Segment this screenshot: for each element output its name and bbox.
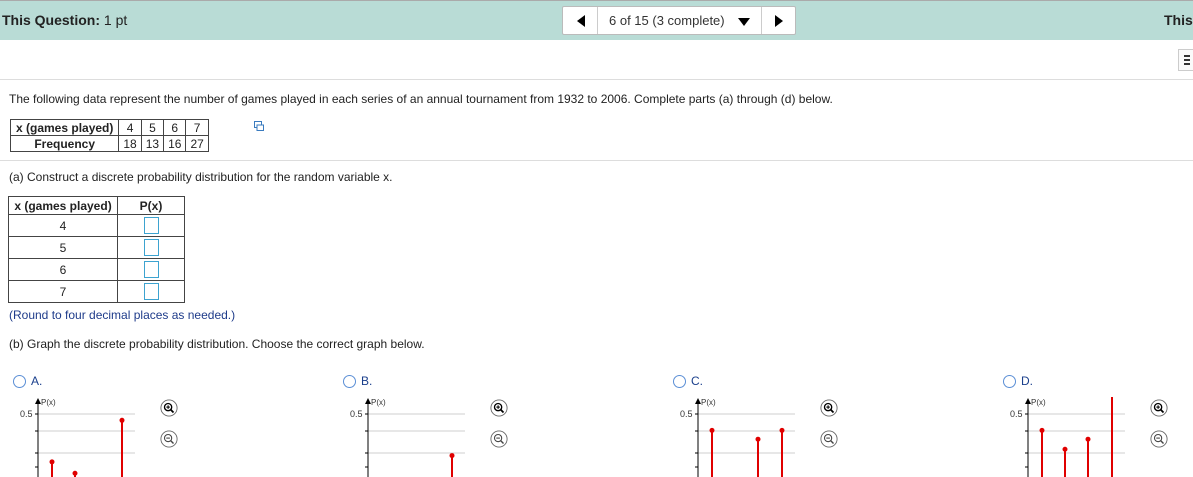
option-label[interactable]: D. xyxy=(1021,374,1033,388)
right-header-label: This xyxy=(1164,12,1193,28)
nav-divider xyxy=(761,7,762,34)
divider xyxy=(0,160,1193,161)
zoom-in-icon[interactable] xyxy=(490,399,508,417)
rounding-note: (Round to four decimal places as needed.… xyxy=(9,308,236,322)
zoom-in-icon[interactable] xyxy=(160,399,178,417)
question-intro: The following data represent the number … xyxy=(9,92,833,106)
question-list-dropdown-icon[interactable] xyxy=(738,18,750,26)
frequency-value: 18 xyxy=(118,135,142,152)
option-label[interactable]: A. xyxy=(31,374,42,388)
probability-point xyxy=(72,470,78,476)
probability-point xyxy=(755,436,761,442)
x-value: 6 xyxy=(163,119,187,136)
question-navigator: 6 of 15 (3 complete) xyxy=(562,6,796,35)
option-radio[interactable] xyxy=(343,375,356,388)
frequency-value: 27 xyxy=(185,135,209,152)
y-axis-label: P(x) xyxy=(41,398,56,407)
frequency-value: 16 xyxy=(163,135,187,152)
zoom-out-icon[interactable] xyxy=(160,430,178,448)
p-cell xyxy=(117,214,185,237)
x-cell: 6 xyxy=(8,258,118,281)
frequency-table: x (games played) 4 5 6 7 Frequency 18 13… xyxy=(9,119,209,152)
question-label: This Question: xyxy=(2,12,100,28)
grip-menu-icon[interactable] xyxy=(1178,49,1193,71)
option-graph: P(x) 0.5 xyxy=(20,398,135,477)
p-cell xyxy=(117,258,185,281)
option-label[interactable]: C. xyxy=(691,374,703,388)
option-radio[interactable] xyxy=(673,375,686,388)
probability-point xyxy=(1062,446,1068,452)
x-value: 5 xyxy=(140,119,165,136)
y-axis-label: P(x) xyxy=(701,398,716,407)
probability-point xyxy=(1085,436,1091,442)
question-progress[interactable]: 6 of 15 (3 complete) xyxy=(609,13,725,28)
x-cell: 5 xyxy=(8,236,118,259)
y-axis-label: P(x) xyxy=(371,398,386,407)
y-tick-label: 0.5 xyxy=(20,409,33,419)
probability-point xyxy=(119,417,125,423)
p-input-box[interactable] xyxy=(143,217,159,234)
option-graph: P(x) 0.5 xyxy=(1010,397,1125,477)
x-value: 4 xyxy=(118,119,142,136)
p-column-header: P(x) xyxy=(117,196,185,215)
x-value: 7 xyxy=(185,119,209,136)
probability-table: x (games played) P(x) 4 5 6 7 xyxy=(8,196,185,303)
x-cell: 4 xyxy=(8,214,118,237)
previous-question-icon[interactable] xyxy=(577,15,585,27)
zoom-out-icon[interactable] xyxy=(820,430,838,448)
zoom-out-icon[interactable] xyxy=(1150,430,1168,448)
y-tick-label: 0.5 xyxy=(350,409,363,419)
option-radio[interactable] xyxy=(13,375,26,388)
y-tick-label: 0.5 xyxy=(1010,409,1023,419)
copy-data-icon[interactable] xyxy=(254,121,264,131)
x-column-header: x (games played) xyxy=(8,196,118,215)
p-input-box[interactable] xyxy=(143,239,159,256)
probability-point xyxy=(449,453,455,459)
divider xyxy=(0,79,1193,80)
option-graph: P(x) 0.5 xyxy=(350,398,465,477)
probability-point xyxy=(779,427,785,433)
part-b-prompt: (b) Graph the discrete probability distr… xyxy=(9,337,425,351)
zoom-in-icon[interactable] xyxy=(820,399,838,417)
x-header: x (games played) xyxy=(9,119,120,136)
option-label[interactable]: B. xyxy=(361,374,372,388)
probability-point xyxy=(1039,427,1045,433)
frequency-value: 13 xyxy=(140,135,165,152)
y-tick-label: 0.5 xyxy=(680,409,693,419)
p-input-box[interactable] xyxy=(143,261,159,278)
question-points: This Question: 1 pt xyxy=(2,12,127,28)
points-value: 1 pt xyxy=(103,12,128,28)
question-header-bar: This Question: 1 pt 6 of 15 (3 complete)… xyxy=(0,0,1193,40)
option-graph: P(x) 0.5 xyxy=(680,398,795,477)
probability-point xyxy=(49,459,55,465)
part-a-prompt: (a) Construct a discrete probability dis… xyxy=(9,170,393,184)
frequency-header: Frequency xyxy=(9,135,120,152)
probability-point xyxy=(709,427,715,433)
p-cell xyxy=(117,280,185,303)
next-question-icon[interactable] xyxy=(775,15,783,27)
x-cell: 7 xyxy=(8,280,118,303)
zoom-in-icon[interactable] xyxy=(1150,399,1168,417)
p-cell xyxy=(117,236,185,259)
zoom-out-icon[interactable] xyxy=(490,430,508,448)
p-input-box[interactable] xyxy=(143,283,159,300)
y-axis-label: P(x) xyxy=(1031,398,1046,407)
option-radio[interactable] xyxy=(1003,375,1016,388)
nav-divider xyxy=(597,7,598,34)
